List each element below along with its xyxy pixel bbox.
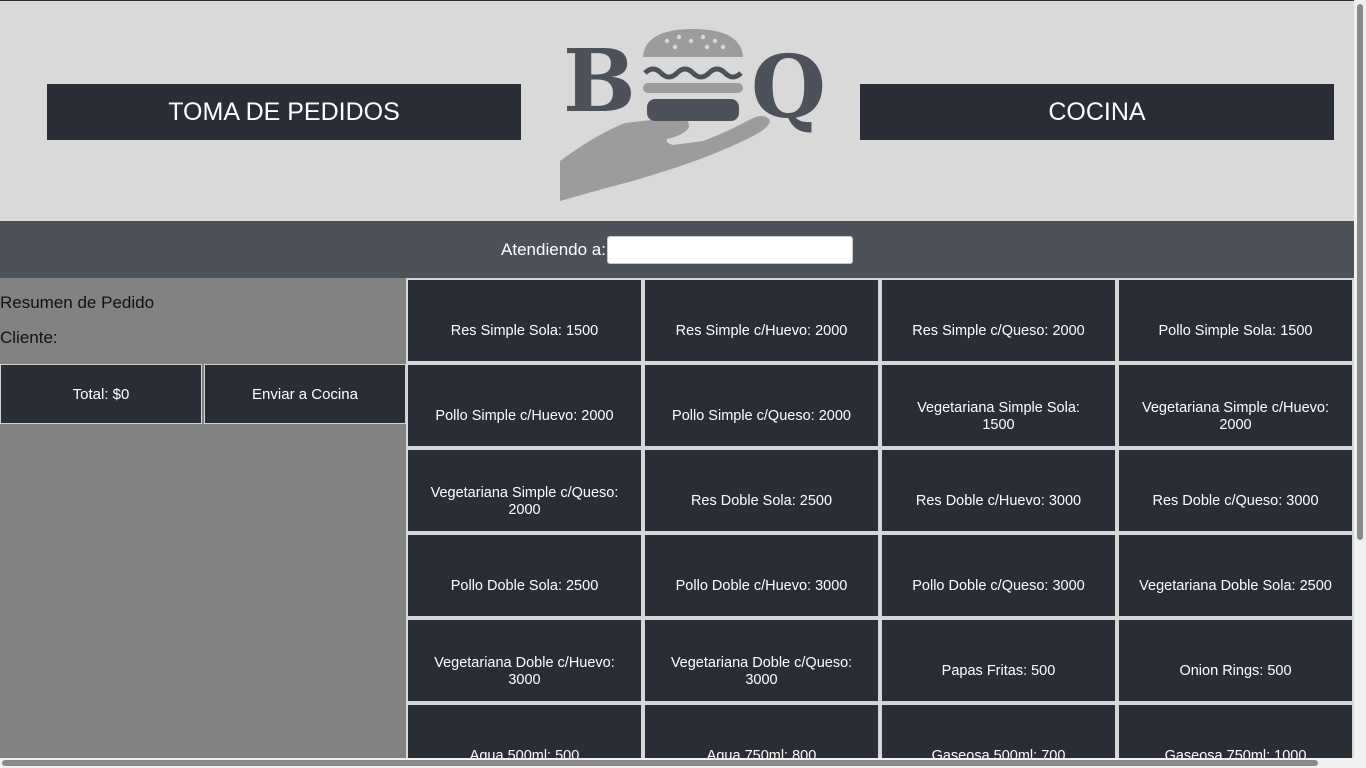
menu-item[interactable]: Pollo Doble c/Huevo: 3000 bbox=[643, 533, 880, 618]
toma-de-pedidos-button[interactable]: TOMA DE PEDIDOS bbox=[47, 84, 521, 140]
attending-label: Atendiendo a: bbox=[501, 239, 606, 259]
vertical-scrollbar[interactable] bbox=[1354, 0, 1366, 768]
menu-item[interactable]: Pollo Simple c/Huevo: 2000 bbox=[406, 363, 643, 448]
horizontal-scrollbar[interactable] bbox=[0, 758, 1366, 768]
menu-item[interactable]: Pollo Doble Sola: 2500 bbox=[406, 533, 643, 618]
menu-item[interactable]: Gaseosa 500ml: 700 bbox=[880, 703, 1117, 758]
menu-item[interactable]: Res Doble c/Queso: 3000 bbox=[1117, 448, 1354, 533]
menu-item[interactable]: Res Simple c/Queso: 2000 bbox=[880, 278, 1117, 363]
menu-item[interactable]: Res Doble Sola: 2500 bbox=[643, 448, 880, 533]
menu-grid: Res Simple Sola: 1500 Res Simple c/Huevo… bbox=[406, 278, 1354, 758]
menu-item[interactable]: Vegetariana Doble c/Queso: 3000 bbox=[643, 618, 880, 703]
send-to-kitchen-button[interactable]: Enviar a Cocina bbox=[204, 364, 406, 424]
menu-item[interactable]: Res Simple c/Huevo: 2000 bbox=[643, 278, 880, 363]
order-total: Total: $0 bbox=[0, 364, 202, 424]
svg-text:B: B bbox=[563, 31, 636, 132]
menu-item[interactable]: Vegetariana Doble Sola: 2500 bbox=[1117, 533, 1354, 618]
summary-client-label: Cliente: bbox=[0, 328, 58, 347]
menu-item[interactable]: Vegetariana Simple c/Queso: 2000 bbox=[406, 448, 643, 533]
horizontal-scroll-thumb[interactable] bbox=[2, 760, 1318, 766]
app-viewport: TOMA DE PEDIDOS B Q COCINA Atendiendo a: bbox=[0, 0, 1354, 758]
vertical-scroll-thumb[interactable] bbox=[1357, 4, 1363, 540]
menu-item[interactable]: Pollo Simple c/Queso: 2000 bbox=[643, 363, 880, 448]
cocina-button[interactable]: COCINA bbox=[860, 84, 1334, 140]
attending-input[interactable] bbox=[606, 235, 853, 264]
menu-item[interactable]: Res Simple Sola: 1500 bbox=[406, 278, 643, 363]
menu-item[interactable]: Papas Fritas: 500 bbox=[880, 618, 1117, 703]
menu-item[interactable]: Agua 500ml: 500 bbox=[406, 703, 643, 758]
burger-serving-hand-logo-icon: B Q bbox=[560, 29, 826, 201]
summary-title: Resumen de Pedido bbox=[0, 293, 155, 312]
menu-item[interactable]: Res Doble c/Huevo: 3000 bbox=[880, 448, 1117, 533]
menu-item[interactable]: Onion Rings: 500 bbox=[1117, 618, 1354, 703]
menu-item[interactable]: Vegetariana Simple c/Huevo: 2000 bbox=[1117, 363, 1354, 448]
header: TOMA DE PEDIDOS B Q COCINA bbox=[0, 0, 1354, 221]
menu-item[interactable]: Agua 750ml: 800 bbox=[643, 703, 880, 758]
menu-item[interactable]: Vegetariana Simple Sola: 1500 bbox=[880, 363, 1117, 448]
order-summary-panel: Resumen de Pedido Cliente: Total: $0 Env… bbox=[0, 278, 406, 758]
summary-actions: Total: $0 Enviar a Cocina bbox=[0, 364, 406, 424]
menu-item[interactable]: Pollo Simple Sola: 1500 bbox=[1117, 278, 1354, 363]
svg-text:Q: Q bbox=[751, 37, 826, 138]
menu-item[interactable]: Pollo Doble c/Queso: 3000 bbox=[880, 533, 1117, 618]
attending-bar: Atendiendo a: bbox=[0, 221, 1354, 278]
menu-item[interactable]: Gaseosa 750ml: 1000 bbox=[1117, 703, 1354, 758]
menu-item[interactable]: Vegetariana Doble c/Huevo: 3000 bbox=[406, 618, 643, 703]
